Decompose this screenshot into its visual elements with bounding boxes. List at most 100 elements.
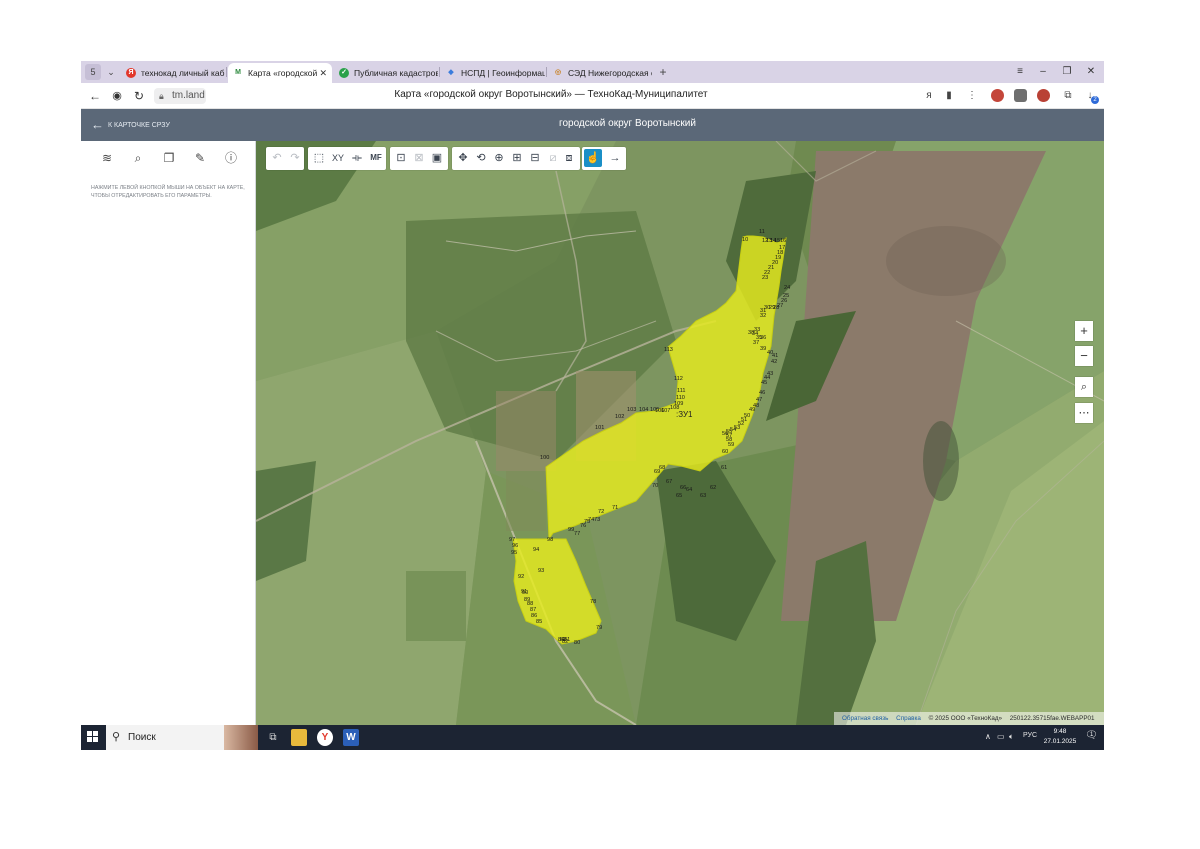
help-link[interactable]: Справка xyxy=(896,715,921,722)
tool-toolbar: ☝ → xyxy=(582,147,626,170)
chevron-up-icon[interactable]: ∧ xyxy=(985,732,991,741)
bookmark-icon[interactable]: ▮ xyxy=(941,88,957,104)
vertex-label: 91 xyxy=(521,589,527,595)
yandex-favicon-icon: Я xyxy=(126,68,136,78)
translate-icon[interactable]: ᴙ xyxy=(921,88,937,104)
move-vertex-icon[interactable]: ⊞ xyxy=(508,149,526,167)
map-view[interactable]: :ЗУ1 10 11 12 13 14 15 16 17 18 19 20 21 22 23 24 25 26 2… xyxy=(256,141,1104,725)
vertex-label: 107 xyxy=(661,408,670,414)
vertex-label: 102 xyxy=(615,414,624,420)
extension-icon[interactable] xyxy=(1014,89,1027,102)
extension-icon[interactable] xyxy=(991,89,1004,102)
zoom-out-icon[interactable]: − xyxy=(1075,346,1093,366)
vertex-label: 97 xyxy=(509,537,515,543)
vertex-label: 112 xyxy=(674,376,683,382)
undo-icon[interactable]: ↶ xyxy=(268,149,286,167)
search-icon[interactable]: ⌕ xyxy=(130,150,146,166)
more-vertical-icon[interactable]: ⋮ xyxy=(964,88,980,104)
volume-icon[interactable]: 🔈︎ xyxy=(1009,732,1014,742)
documents-icon[interactable]: ❐ xyxy=(161,150,177,166)
vertex-label: 95 xyxy=(511,550,517,556)
vertex-label: 73 xyxy=(594,517,600,523)
measure-icon[interactable]: ⟛ xyxy=(348,149,366,167)
close-tab-icon[interactable]: ✕ xyxy=(319,63,327,83)
mf-icon[interactable]: MF xyxy=(367,149,385,167)
reload-icon[interactable]: ↻ xyxy=(131,88,147,104)
deselect-icon[interactable]: ⊠ xyxy=(410,149,428,167)
downloads-badge: 2 xyxy=(1091,96,1099,104)
vertex-label: 69 xyxy=(654,469,660,475)
pointer-hand-icon[interactable]: ☝ xyxy=(584,149,602,167)
zoom-in-icon[interactable]: + xyxy=(1075,321,1093,341)
delete-vertex-icon[interactable]: ⊟ xyxy=(526,149,544,167)
url-field[interactable]: 🔒︎ tm.land xyxy=(154,88,206,104)
vertex-label: 10 xyxy=(742,237,748,243)
network-icon[interactable]: ▭ xyxy=(997,732,1005,741)
rotate-icon[interactable]: ⟲ xyxy=(472,149,490,167)
tab-label: НСПД | Геоинформационная система xyxy=(461,68,545,78)
more-horizontal-icon[interactable]: ⋯ xyxy=(1075,403,1093,423)
feedback-link[interactable]: Обратная связь xyxy=(842,715,888,722)
extension-puzzle-icon[interactable]: ⧉ xyxy=(1060,88,1076,104)
xy-coordinates-icon[interactable]: XY xyxy=(329,149,347,167)
new-tab-plus-icon[interactable]: + xyxy=(655,64,671,80)
select-object-icon[interactable]: ⊡ xyxy=(392,149,410,167)
vertex-label: 110 xyxy=(676,395,685,401)
back-to-card-link[interactable]: ← К КАРТОЧКЕ СРЗУ xyxy=(91,118,170,133)
notifications-icon[interactable]: 🗨︎ 1 xyxy=(1085,730,1098,741)
tab-sed-nizhegorodskaya[interactable]: ◎ СЭД Нижегородская область xyxy=(548,63,652,83)
close-window-icon[interactable]: ✕ xyxy=(1080,63,1102,81)
word-icon[interactable]: W xyxy=(343,729,359,746)
screenshot-frame: 5 ⌄ Я технокад личный кабинет M Карта «г… xyxy=(81,61,1104,750)
task-view-icon[interactable]: ⧉ xyxy=(265,729,281,746)
browser-tab-bar: 5 ⌄ Я технокад личный кабинет M Карта «г… xyxy=(81,61,1104,83)
frame-icon[interactable]: ▣ xyxy=(428,149,446,167)
vertex-label: 32 xyxy=(760,313,766,319)
taskbar-search[interactable]: ⚲ Поиск xyxy=(106,725,258,750)
add-vertex-icon[interactable]: ⊕ xyxy=(490,149,508,167)
chevron-down-icon[interactable]: ⌄ xyxy=(103,64,119,80)
map-footer: Обратная связь Справка © 2025 ООО «Техно… xyxy=(834,712,1104,725)
nspd-favicon-icon: ◆ xyxy=(448,69,454,76)
clock-time: 9:48 xyxy=(1053,728,1067,735)
tab-map-vorotynsky[interactable]: M Карта «городской округ Воротынский» ✕ xyxy=(228,63,332,83)
vertex-label: 86 xyxy=(531,613,537,619)
move-icon[interactable]: ✥ xyxy=(454,149,472,167)
minimize-icon[interactable]: – xyxy=(1032,63,1054,81)
merge-icon[interactable]: ⧈ xyxy=(560,149,578,167)
yandex-browser-icon[interactable]: Y xyxy=(317,729,333,746)
edit-pen-icon[interactable]: ✎ xyxy=(192,150,208,166)
notifications-count: 1 xyxy=(1090,732,1094,738)
check-favicon-icon: ✓ xyxy=(339,68,349,78)
vertex-label: 104 xyxy=(639,407,648,413)
map-favicon-icon: M xyxy=(235,69,241,76)
tab-public-cadastral-map[interactable]: ✓ Публичная кадастровая карта xyxy=(334,63,438,83)
zoom-search-icon[interactable]: ⌕ xyxy=(1075,377,1093,397)
extension-icon[interactable] xyxy=(1037,89,1050,102)
info-icon[interactable]: ⓘ xyxy=(223,150,239,166)
menu-icon[interactable]: ≡ xyxy=(1009,63,1031,81)
vertex-label: 111 xyxy=(677,388,686,394)
app-header: ← К КАРТОЧКЕ СРЗУ городской округ Воротын… xyxy=(81,109,1104,141)
windows-start-icon[interactable] xyxy=(87,731,99,743)
protect-shield-icon[interactable]: ◉ xyxy=(109,88,125,104)
back-arrow-icon[interactable]: ← xyxy=(87,88,103,104)
arrow-right-icon[interactable]: → xyxy=(606,149,624,167)
history-toolbar: ↶ ↷ xyxy=(266,147,304,170)
redo-icon[interactable]: ↷ xyxy=(286,149,304,167)
layers-icon[interactable]: ≋ xyxy=(99,150,115,166)
vertex-label: 99 xyxy=(568,527,574,533)
downloads-icon[interactable]: ↓ 2 xyxy=(1082,88,1099,104)
clock[interactable]: 9:48 27.01.2025 xyxy=(1039,727,1081,747)
vertex-label: 65 xyxy=(676,493,682,499)
vertex-label: 62 xyxy=(710,485,716,491)
tab-count-button[interactable]: 5 xyxy=(85,64,101,80)
sidebar-hint: Нажмите левой кнопкой мыши на объект на … xyxy=(91,185,245,199)
sed-favicon-icon: ◎ xyxy=(554,69,562,76)
tab-nspd[interactable]: ◆ НСПД | Геоинформационная система xyxy=(441,63,545,83)
select-area-icon[interactable]: ⬚ xyxy=(310,149,328,167)
tab-technokad-cabinet[interactable]: Я технокад личный кабинет xyxy=(121,63,225,83)
language-indicator[interactable]: РУС xyxy=(1023,732,1037,739)
restore-icon[interactable]: ❐ xyxy=(1056,63,1078,81)
file-explorer-icon[interactable] xyxy=(291,729,307,746)
